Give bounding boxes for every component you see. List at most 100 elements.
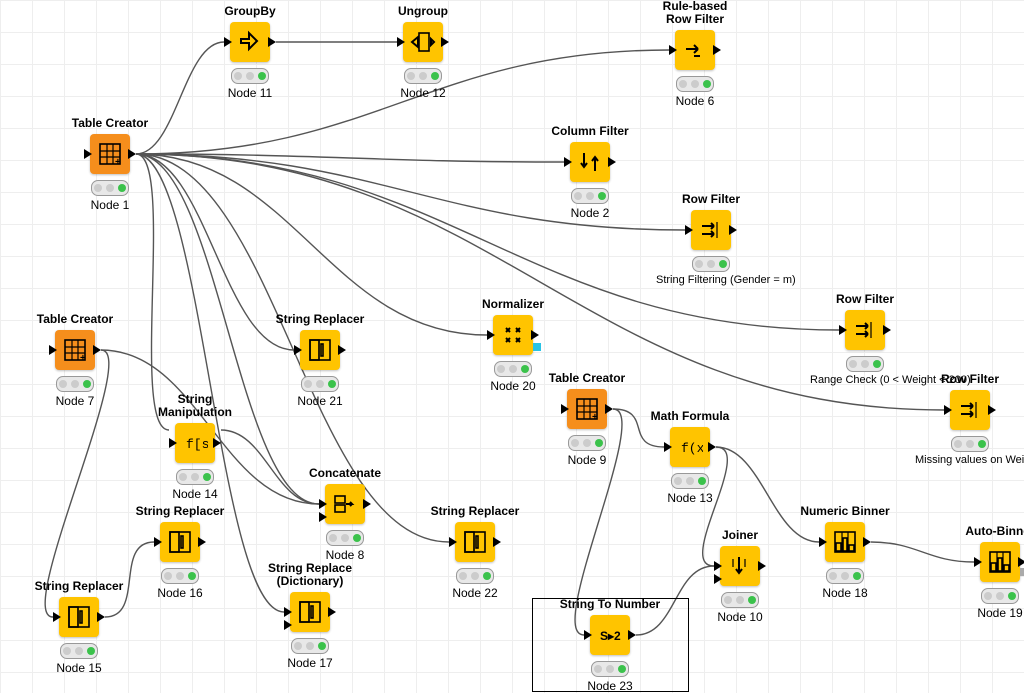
node-icon[interactable] xyxy=(290,592,330,632)
node-n15[interactable]: String Replacer Node 15 xyxy=(24,580,134,675)
node-title: String Replace (Dictionary) xyxy=(255,562,365,588)
node-icon[interactable] xyxy=(980,542,1020,582)
node-n16[interactable]: String ReplacerNode 16 xyxy=(125,505,235,600)
node-icon[interactable]: + xyxy=(567,389,607,429)
node-title: Rule-based Row Filter xyxy=(640,0,750,26)
node-icon[interactable]: f[s] xyxy=(175,423,215,463)
node-id-label: Node 18 xyxy=(790,586,900,600)
node-n1[interactable]: Table Creator+Node 1 xyxy=(55,117,165,212)
status-traffic-light xyxy=(494,361,532,377)
status-traffic-light xyxy=(91,180,129,196)
status-traffic-light xyxy=(721,592,759,608)
node-icon[interactable] xyxy=(59,597,99,637)
node-icon[interactable] xyxy=(950,390,990,430)
node-n23[interactable]: String To NumberS▸2Node 23 xyxy=(555,598,665,693)
node-title: Concatenate xyxy=(290,467,400,480)
node-title: Table Creator xyxy=(532,372,642,385)
node-icon[interactable] xyxy=(160,522,200,562)
node-icon[interactable] xyxy=(675,30,715,70)
node-icon[interactable]: + xyxy=(55,330,95,370)
node-title: String Replacer xyxy=(265,313,375,326)
node-title: Math Formula xyxy=(635,410,745,423)
node-n10[interactable]: Joiner Node 10 xyxy=(685,529,795,624)
status-traffic-light xyxy=(568,435,606,451)
node-n14[interactable]: String Manipulationf[s]Node 14 xyxy=(140,393,250,501)
node-id-label: Node 9 xyxy=(532,453,642,467)
status-traffic-light xyxy=(326,530,364,546)
node-title: Table Creator xyxy=(55,117,165,130)
svg-text:f(x): f(x) xyxy=(681,441,703,456)
node-icon[interactable] xyxy=(230,22,270,62)
status-traffic-light xyxy=(301,376,339,392)
node-id-label: Node 23 xyxy=(555,679,665,693)
node-icon[interactable]: f(x) xyxy=(670,427,710,467)
node-title: Row Filter xyxy=(656,193,766,206)
node-id-label: Node 17 xyxy=(255,656,365,670)
node-icon[interactable] xyxy=(325,484,365,524)
node-title: Ungroup xyxy=(368,5,478,18)
node-icon[interactable] xyxy=(300,330,340,370)
node-id-label: Node 22 xyxy=(420,586,530,600)
node-id-label: Node 8 xyxy=(290,548,400,562)
node-id-label: Node 10 xyxy=(685,610,795,624)
status-traffic-light xyxy=(846,356,884,372)
node-id-label: Node 7 xyxy=(20,394,130,408)
node-id-label: Node 2 xyxy=(535,206,645,220)
node-icon[interactable] xyxy=(720,546,760,586)
node-n2[interactable]: Column FilterNode 2 xyxy=(535,125,645,220)
node-id-label: Node 13 xyxy=(635,491,745,505)
status-traffic-light xyxy=(176,469,214,485)
node-n21[interactable]: String ReplacerNode 21 xyxy=(265,313,375,408)
status-traffic-light xyxy=(981,588,1019,604)
node-n6[interactable]: Rule-based Row Filter Node 6 xyxy=(640,0,750,108)
node-title: Numeric Binner xyxy=(790,505,900,518)
node-rf2[interactable]: Row Filter Range Check (0 < Weight < 200) xyxy=(810,293,920,386)
status-traffic-light xyxy=(456,568,494,584)
node-title: Normalizer xyxy=(458,298,568,311)
node-n11[interactable]: GroupBy Node 11 xyxy=(195,5,305,100)
node-id-label: Node 6 xyxy=(640,94,750,108)
node-title: Row Filter xyxy=(915,373,1024,386)
node-subtitle: String Filtering (Gender = m) xyxy=(656,274,766,286)
status-traffic-light xyxy=(60,643,98,659)
node-icon[interactable] xyxy=(403,22,443,62)
svg-text:+: + xyxy=(115,157,121,167)
node-icon[interactable] xyxy=(845,310,885,350)
workflow-canvas[interactable]: { "nodes":{ "n1":{"title":"Table Creator… xyxy=(0,0,1024,693)
node-n8[interactable]: Concatenate Node 8 xyxy=(290,467,400,562)
node-title: String Replacer xyxy=(420,505,530,518)
node-id-label: Node 19 xyxy=(945,606,1024,620)
svg-text:S▸2: S▸2 xyxy=(600,629,621,643)
svg-text:+: + xyxy=(80,353,86,363)
node-n22[interactable]: String Replacer Node 22 xyxy=(420,505,530,600)
node-n7[interactable]: Table Creator+Node 7 xyxy=(20,313,130,408)
node-n12[interactable]: UngroupNode 12 xyxy=(368,5,478,100)
node-icon[interactable]: S▸2 xyxy=(590,615,630,655)
node-rf3[interactable]: Row Filter Missing values on Weight xyxy=(915,373,1024,466)
node-icon[interactable] xyxy=(691,210,731,250)
status-traffic-light xyxy=(671,473,709,489)
status-traffic-light xyxy=(291,638,329,654)
node-subtitle: Range Check (0 < Weight < 200) xyxy=(810,374,920,386)
node-icon[interactable] xyxy=(493,315,533,355)
node-title: Joiner xyxy=(685,529,795,542)
node-icon[interactable]: + xyxy=(90,134,130,174)
node-n18[interactable]: Numeric Binner Node 18 xyxy=(790,505,900,600)
node-icon[interactable] xyxy=(825,522,865,562)
node-icon[interactable] xyxy=(455,522,495,562)
node-title: Row Filter xyxy=(810,293,920,306)
node-id-label: Node 16 xyxy=(125,586,235,600)
node-id-label: Node 11 xyxy=(195,86,305,100)
node-n13[interactable]: Math Formula f(x) Node 13 xyxy=(635,410,745,505)
node-subtitle: Missing values on Weight xyxy=(915,454,1024,466)
node-icon[interactable] xyxy=(570,142,610,182)
node-n17[interactable]: String Replace (Dictionary) Node 17 xyxy=(255,562,365,670)
node-n9[interactable]: Table Creator + Node 9 xyxy=(532,372,642,467)
node-title: GroupBy xyxy=(195,5,305,18)
node-title: String Manipulation xyxy=(140,393,250,419)
node-title: Auto-Binner xyxy=(945,525,1024,538)
node-id-label: Node 15 xyxy=(24,661,134,675)
node-title: String Replacer xyxy=(24,580,134,593)
node-n19[interactable]: Auto-Binner Node 19 xyxy=(945,525,1024,620)
node-rf1[interactable]: Row Filter String Filtering (Gender = m) xyxy=(656,193,766,286)
